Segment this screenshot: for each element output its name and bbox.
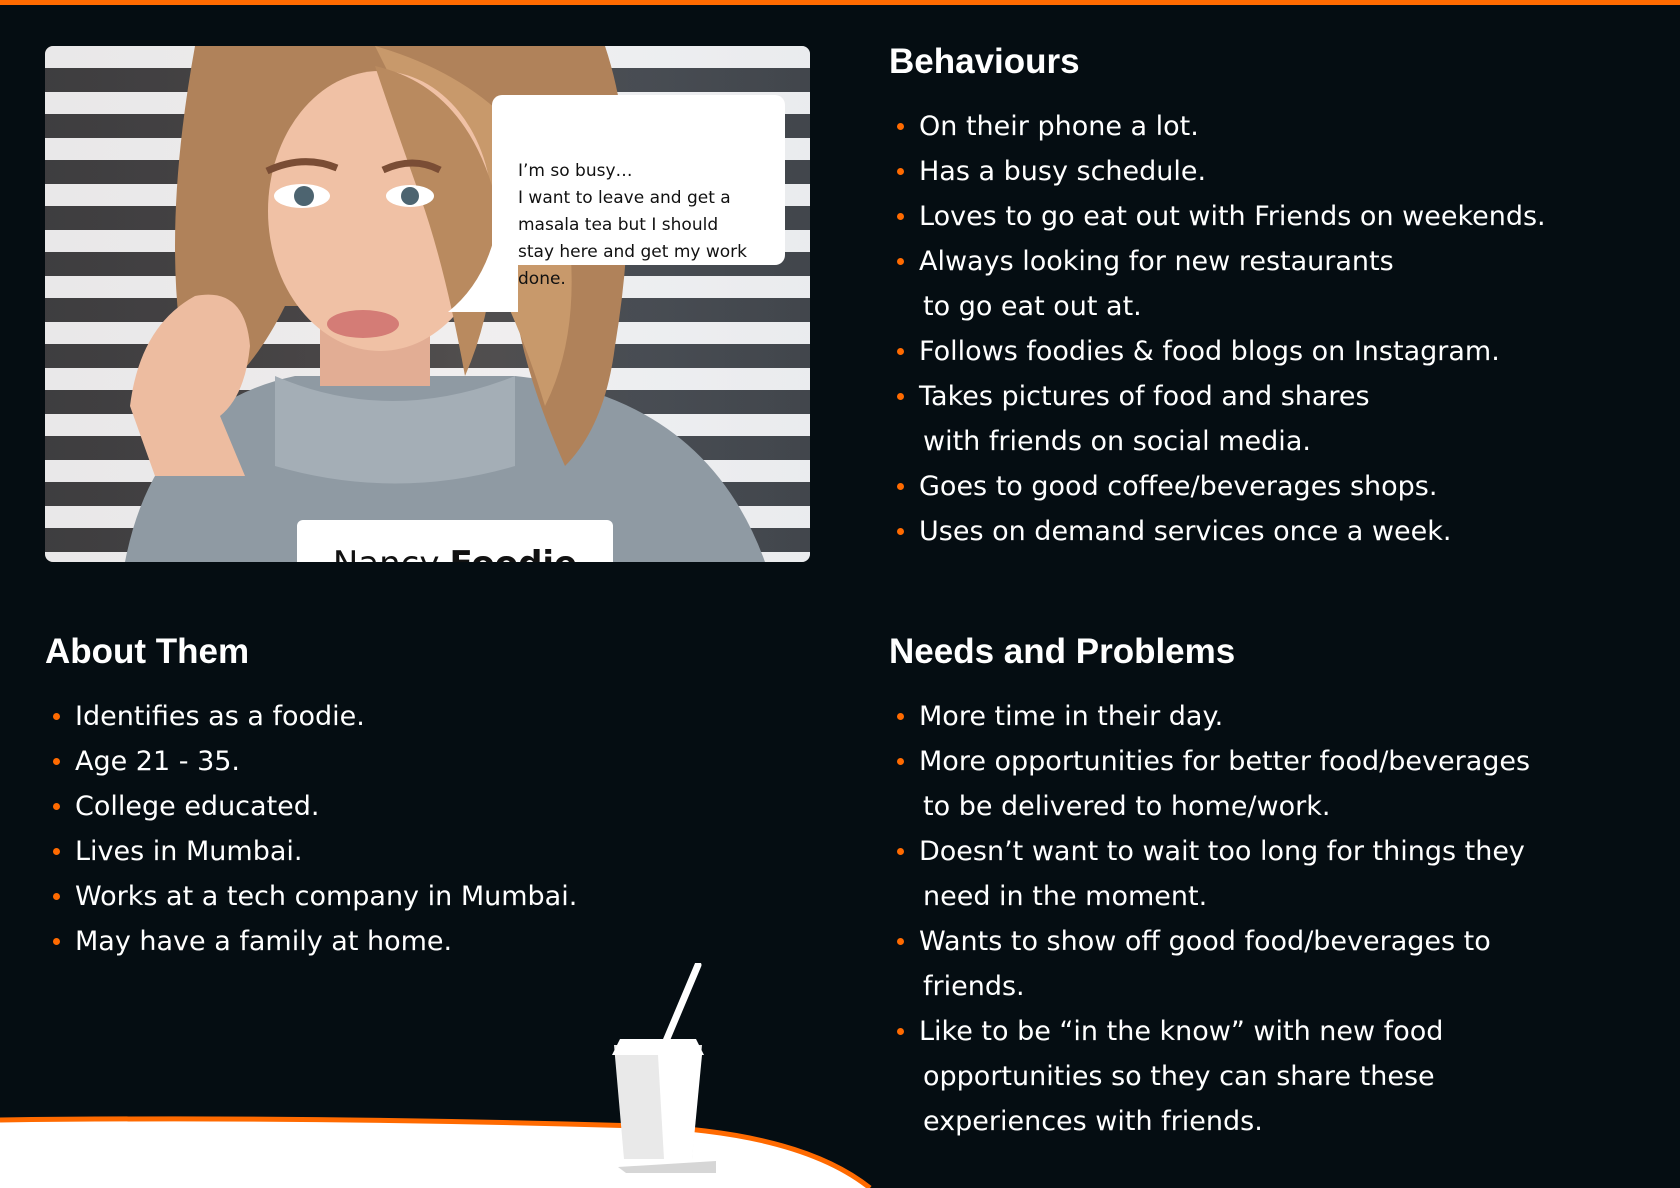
needs-item-text: More time in their day. <box>919 701 1224 732</box>
about-item-text: Age 21 - 35. <box>75 746 241 777</box>
about-item: College educated. <box>45 784 577 829</box>
needs-item-text: to be delivered to home/work. <box>923 791 1331 822</box>
needs-item: Wants to show off good food/beverages to… <box>889 919 1530 1009</box>
behaviours-item-text: Loves to go eat out with Friends on week… <box>919 201 1546 232</box>
behaviours-item-text: On their phone a lot. <box>919 111 1199 142</box>
about-item-text: Lives in Mumbai. <box>75 836 303 867</box>
persona-first-name: Nancy <box>333 544 440 562</box>
behaviours-item: Takes pictures of food and shares with fr… <box>889 374 1546 464</box>
about-item-text: May have a family at home. <box>75 926 453 957</box>
needs-item-text: Like to be “in the know” with new food <box>919 1016 1444 1047</box>
about-item-text: College educated. <box>75 791 320 822</box>
behaviours-item-text: Takes pictures of food and shares <box>919 381 1370 412</box>
behaviours-item: Follows foodies & food blogs on Instagra… <box>889 329 1546 374</box>
about-item-text: Identifies as a foodie. <box>75 701 365 732</box>
behaviours-item-text: to go eat out at. <box>923 291 1142 322</box>
behaviours-item-text: Uses on demand services once a week. <box>919 516 1452 547</box>
about-item: May have a family at home. <box>45 919 577 964</box>
needs-item-text: Wants to show off good food/beverages to <box>919 926 1491 957</box>
needs-item-text: opportunities so they can share these <box>923 1061 1435 1092</box>
needs-item: More time in their day. <box>889 694 1530 739</box>
behaviours-item: On their phone a lot. <box>889 104 1546 149</box>
about-item: Works at a tech company in Mumbai. <box>45 874 577 919</box>
needs-title: Needs and Problems <box>889 632 1236 671</box>
persona-quote: I’m so busy… I want to leave and get a m… <box>518 161 747 289</box>
persona-name-tag: Nancy Foodie <box>297 520 613 562</box>
persona-page: Nancy Foodie I’m so busy… I want to leav… <box>0 0 1680 1188</box>
needs-item-text: friends. <box>923 971 1025 1002</box>
behaviours-list: On their phone a lot. Has a busy schedule… <box>889 104 1546 554</box>
needs-item: More opportunities for better food/bever… <box>889 739 1530 829</box>
needs-item-text: experiences with friends. <box>923 1106 1263 1137</box>
persona-last-name: Foodie <box>450 544 578 562</box>
needs-item: Like to be “in the know” with new food op… <box>889 1009 1530 1144</box>
top-accent-bar <box>0 0 1680 5</box>
behaviours-item-text: Goes to good coffee/beverages shops. <box>919 471 1438 502</box>
behaviours-item-text: Has a busy schedule. <box>919 156 1207 187</box>
about-item: Age 21 - 35. <box>45 739 577 784</box>
behaviours-item: Goes to good coffee/beverages shops. <box>889 464 1546 509</box>
about-item: Lives in Mumbai. <box>45 829 577 874</box>
behaviours-item-text: Follows foodies & food blogs on Instagra… <box>919 336 1500 367</box>
needs-item-text: Doesn’t want to wait too long for things… <box>919 836 1525 867</box>
needs-item: Doesn’t want to wait too long for things… <box>889 829 1530 919</box>
behaviours-item: Has a busy schedule. <box>889 149 1546 194</box>
behaviours-item: Uses on demand services once a week. <box>889 509 1546 554</box>
needs-item-text: More opportunities for better food/bever… <box>919 746 1531 777</box>
drink-cup-icon <box>612 963 716 1173</box>
behaviours-item-text: Always looking for new restaurants <box>919 246 1394 277</box>
about-item-text: Works at a tech company in Mumbai. <box>75 881 578 912</box>
behaviours-item: Loves to go eat out with Friends on week… <box>889 194 1546 239</box>
behaviours-item-text: with friends on social media. <box>923 426 1311 457</box>
about-title: About Them <box>45 632 250 671</box>
behaviours-title: Behaviours <box>889 42 1080 81</box>
needs-list: More time in their day. More opportunitie… <box>889 694 1530 1144</box>
needs-item-text: need in the moment. <box>923 881 1208 912</box>
about-list: Identifies as a foodie. Age 21 - 35. Colle… <box>45 694 577 964</box>
about-item: Identifies as a foodie. <box>45 694 577 739</box>
behaviours-item: Always looking for new restaurants to go … <box>889 239 1546 329</box>
